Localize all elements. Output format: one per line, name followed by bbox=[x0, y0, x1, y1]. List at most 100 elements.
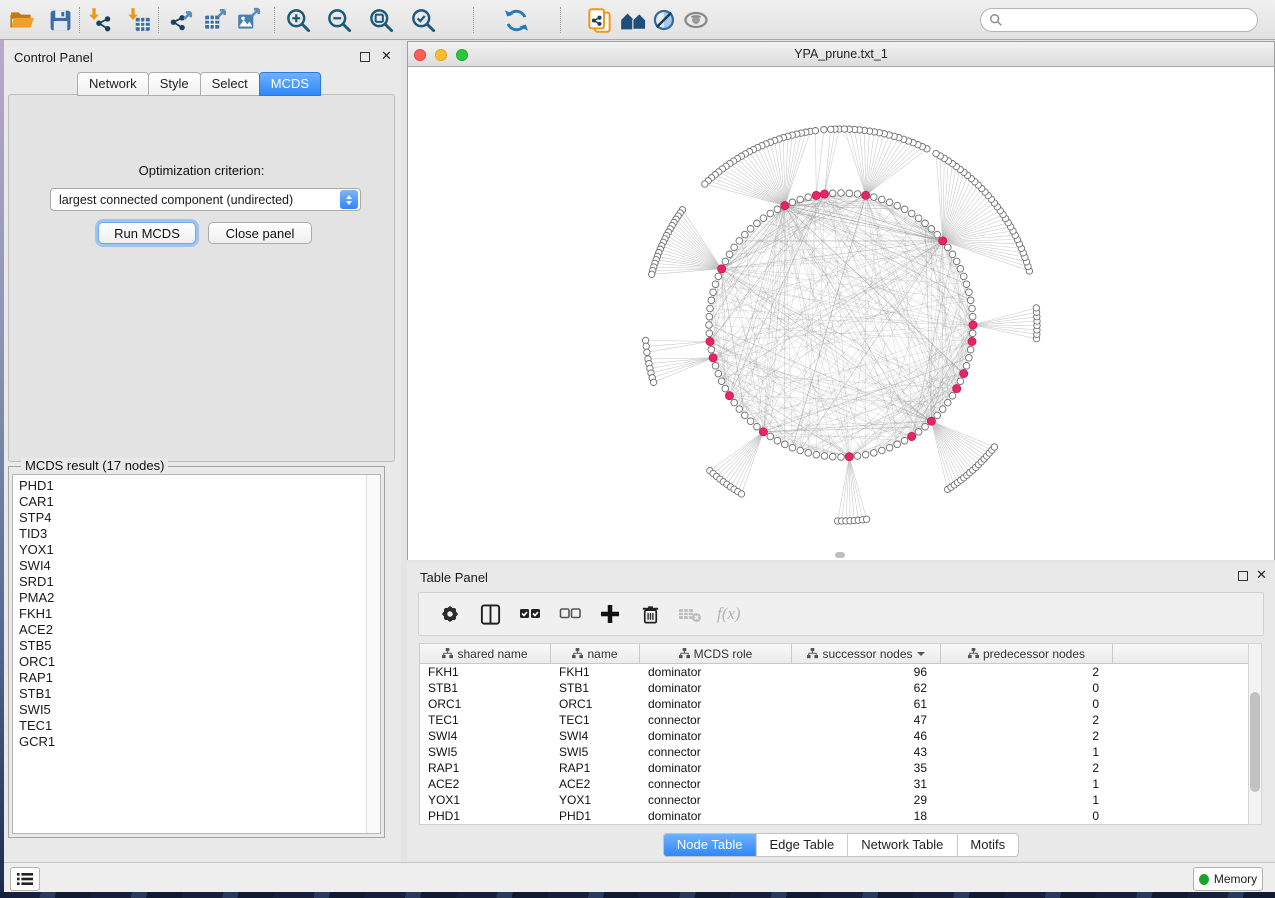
export-image-icon[interactable] bbox=[235, 6, 263, 34]
network-leaf-node[interactable] bbox=[841, 126, 847, 132]
table-cell[interactable]: connector bbox=[640, 744, 792, 760]
network-ring-node[interactable] bbox=[915, 429, 922, 436]
table-cell[interactable]: 47 bbox=[792, 712, 941, 728]
network-ring-node[interactable] bbox=[813, 451, 820, 458]
first-neighbors-icon[interactable] bbox=[620, 6, 648, 34]
table-vscrollbar[interactable] bbox=[1248, 643, 1262, 825]
tab-style[interactable]: Style bbox=[148, 72, 201, 96]
mcds-result-item[interactable]: RAP1 bbox=[13, 670, 380, 686]
table-cell[interactable]: STB1 bbox=[420, 680, 551, 696]
table-cell[interactable]: connector bbox=[640, 712, 792, 728]
mcds-result-item[interactable]: STP4 bbox=[13, 510, 380, 526]
new-network-from-selection-icon[interactable] bbox=[585, 6, 613, 34]
network-ring-node[interactable] bbox=[871, 450, 878, 457]
network-ring-node[interactable] bbox=[967, 346, 974, 353]
network-ring-node[interactable] bbox=[707, 305, 714, 312]
zoom-in-icon[interactable] bbox=[284, 6, 312, 34]
network-ring-node[interactable] bbox=[710, 289, 717, 296]
table-cell[interactable]: TEC1 bbox=[420, 712, 551, 728]
network-ring-node[interactable] bbox=[846, 190, 853, 197]
network-hub-node[interactable] bbox=[939, 237, 947, 245]
table-cell[interactable]: connector bbox=[640, 792, 792, 808]
close-table-panel-icon[interactable]: ✕ bbox=[1256, 570, 1267, 580]
network-ring-node[interactable] bbox=[760, 215, 767, 222]
network-leaf-node[interactable] bbox=[991, 444, 997, 450]
export-table-icon[interactable] bbox=[202, 6, 230, 34]
network-hub-node[interactable] bbox=[862, 191, 870, 199]
table-row[interactable]: ACE2ACE2connector311 bbox=[420, 776, 1253, 792]
table-cell[interactable]: ACE2 bbox=[420, 776, 551, 792]
network-ring-node[interactable] bbox=[939, 406, 946, 413]
network-ring-node[interactable] bbox=[767, 210, 774, 217]
table-cell[interactable]: 2 bbox=[941, 664, 1113, 680]
task-history-button[interactable] bbox=[10, 867, 40, 891]
network-ring-node[interactable] bbox=[957, 378, 964, 385]
network-ring-node[interactable] bbox=[797, 447, 804, 454]
network-ring-node[interactable] bbox=[957, 266, 964, 273]
table-cell[interactable]: YOX1 bbox=[420, 792, 551, 808]
network-ring-node[interactable] bbox=[969, 313, 976, 320]
network-ring-node[interactable] bbox=[908, 210, 915, 217]
run-mcds-button[interactable]: Run MCDS bbox=[98, 222, 196, 244]
network-ring-node[interactable] bbox=[789, 444, 796, 451]
network-ring-node[interactable] bbox=[767, 433, 774, 440]
table-cell[interactable]: 43 bbox=[792, 744, 941, 760]
network-leaf-node[interactable] bbox=[644, 349, 650, 355]
table-cell[interactable]: 46 bbox=[792, 728, 941, 744]
network-ring-node[interactable] bbox=[915, 215, 922, 222]
network-hub-node[interactable] bbox=[908, 432, 916, 440]
mcds-result-item[interactable]: STB1 bbox=[13, 686, 380, 702]
network-hub-node[interactable] bbox=[927, 417, 935, 425]
table-cell[interactable]: 35 bbox=[792, 760, 941, 776]
mcds-result-item[interactable]: TID3 bbox=[13, 526, 380, 542]
deselect-all-icon[interactable] bbox=[557, 601, 583, 627]
table-cell[interactable]: ORC1 bbox=[420, 696, 551, 712]
table-cell[interactable]: dominator bbox=[640, 696, 792, 712]
table-row[interactable]: ORC1ORC1dominator610 bbox=[420, 696, 1253, 712]
network-ring-node[interactable] bbox=[789, 199, 796, 206]
table-cell[interactable]: ORC1 bbox=[551, 696, 640, 712]
mcds-result-item[interactable]: STB5 bbox=[13, 638, 380, 654]
network-ring-node[interactable] bbox=[922, 423, 929, 430]
network-ring-node[interactable] bbox=[969, 330, 976, 337]
criterion-dropdown[interactable]: largest connected component (undirected) bbox=[50, 188, 361, 211]
table-settings-icon[interactable] bbox=[437, 601, 463, 627]
network-ring-node[interactable] bbox=[969, 305, 976, 312]
mcds-result-item[interactable]: CAR1 bbox=[13, 494, 380, 510]
column-header-successor-nodes[interactable]: successor nodes bbox=[792, 644, 941, 663]
close-panel-icon[interactable]: ✕ bbox=[381, 51, 392, 61]
select-all-icon[interactable] bbox=[517, 601, 543, 627]
network-ring-node[interactable] bbox=[922, 220, 929, 227]
network-ring-node[interactable] bbox=[829, 453, 836, 460]
network-ring-node[interactable] bbox=[934, 412, 941, 419]
table-cell[interactable]: TEC1 bbox=[551, 712, 640, 728]
network-hub-node[interactable] bbox=[709, 354, 717, 362]
network-ring-node[interactable] bbox=[901, 437, 908, 444]
network-leaf-node[interactable] bbox=[650, 379, 656, 385]
network-hub-node[interactable] bbox=[781, 202, 789, 210]
tab-network[interactable]: Network bbox=[77, 72, 149, 96]
network-ring-node[interactable] bbox=[854, 453, 861, 460]
table-row[interactable]: SWI4SWI4dominator462 bbox=[420, 728, 1253, 744]
table-cell[interactable]: 61 bbox=[792, 696, 941, 712]
network-ring-node[interactable] bbox=[722, 258, 729, 265]
network-ring-node[interactable] bbox=[960, 273, 967, 280]
network-ring-node[interactable] bbox=[966, 289, 973, 296]
table-row[interactable]: YOX1YOX1connector291 bbox=[420, 792, 1253, 808]
network-hub-node[interactable] bbox=[725, 392, 733, 400]
mcds-result-item[interactable]: TEC1 bbox=[13, 718, 380, 734]
network-leaf-node[interactable] bbox=[642, 337, 648, 343]
tab-select[interactable]: Select bbox=[200, 72, 260, 96]
network-hub-node[interactable] bbox=[759, 428, 767, 436]
network-ring-node[interactable] bbox=[708, 297, 715, 304]
network-ring-node[interactable] bbox=[886, 199, 893, 206]
network-leaf-node[interactable] bbox=[821, 127, 827, 133]
table-cell[interactable]: 1 bbox=[941, 792, 1113, 808]
network-ring-node[interactable] bbox=[706, 313, 713, 320]
network-ring-node[interactable] bbox=[838, 190, 845, 197]
network-ring-node[interactable] bbox=[747, 226, 754, 233]
network-canvas[interactable] bbox=[408, 67, 1274, 560]
table-row[interactable]: FKH1FKH1dominator962 bbox=[420, 664, 1253, 680]
table-cell[interactable]: 96 bbox=[792, 664, 941, 680]
network-ring-node[interactable] bbox=[928, 226, 935, 233]
